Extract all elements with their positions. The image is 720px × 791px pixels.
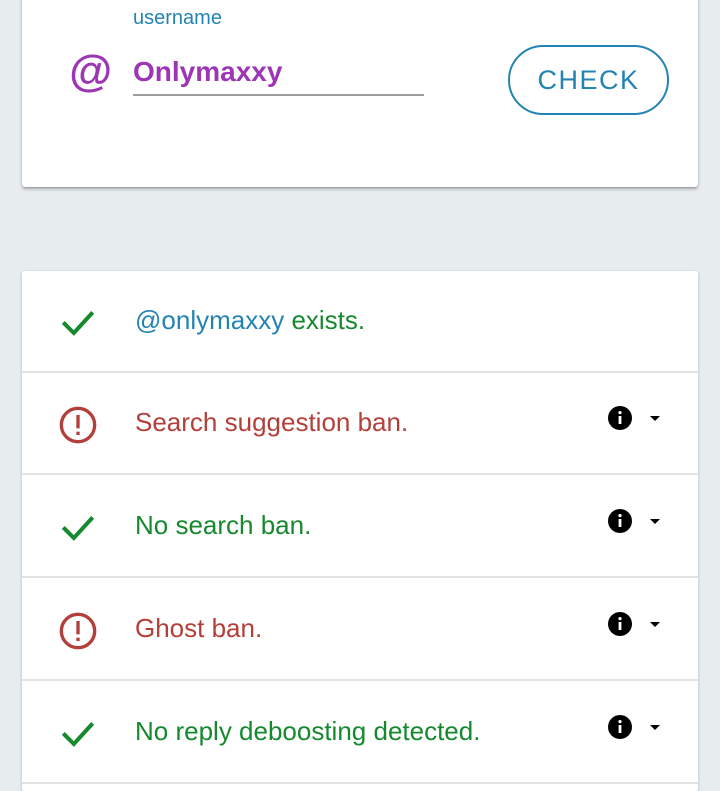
info-icon[interactable] [608, 612, 632, 636]
caret-down-icon[interactable] [649, 621, 661, 629]
result-row-ghost-ban[interactable]: Ghost ban. [22, 579, 698, 681]
result-row-search-ban[interactable]: No search ban. [22, 476, 698, 578]
caret-down-icon[interactable] [649, 724, 661, 732]
result-row-exists: @onlymaxxy exists. [22, 271, 698, 373]
check-icon [61, 722, 95, 747]
exists-text: exists. [284, 305, 366, 335]
caret-down-icon[interactable] [649, 518, 661, 526]
username-input[interactable] [133, 50, 424, 96]
alert-circle-icon [59, 406, 97, 444]
result-text: No reply deboosting detected. [135, 716, 481, 746]
username-label: username [133, 7, 222, 29]
result-text: No search ban. [135, 510, 312, 540]
result-text: Ghost ban. [135, 613, 263, 643]
handle-link[interactable]: @onlymaxxy [135, 305, 284, 335]
alert-circle-icon [59, 612, 97, 650]
check-icon [61, 311, 95, 336]
info-icon[interactable] [608, 509, 632, 533]
username-form-card: username @ CHECK [22, 0, 698, 187]
check-icon [61, 516, 95, 541]
results-card: @onlymaxxy exists. Search suggestion ban… [22, 271, 698, 791]
result-row-reply-deboosting[interactable]: No reply deboosting detected. [22, 682, 698, 784]
check-button[interactable]: CHECK [508, 45, 669, 115]
at-sign-icon: @ [68, 47, 112, 96]
info-icon[interactable] [608, 406, 632, 430]
caret-down-icon[interactable] [649, 415, 661, 423]
result-text: Search suggestion ban. [135, 407, 409, 437]
result-text: @onlymaxxy exists. [135, 305, 365, 336]
result-row-search-suggestion-ban[interactable]: Search suggestion ban. [22, 373, 698, 475]
info-icon[interactable] [608, 715, 632, 739]
